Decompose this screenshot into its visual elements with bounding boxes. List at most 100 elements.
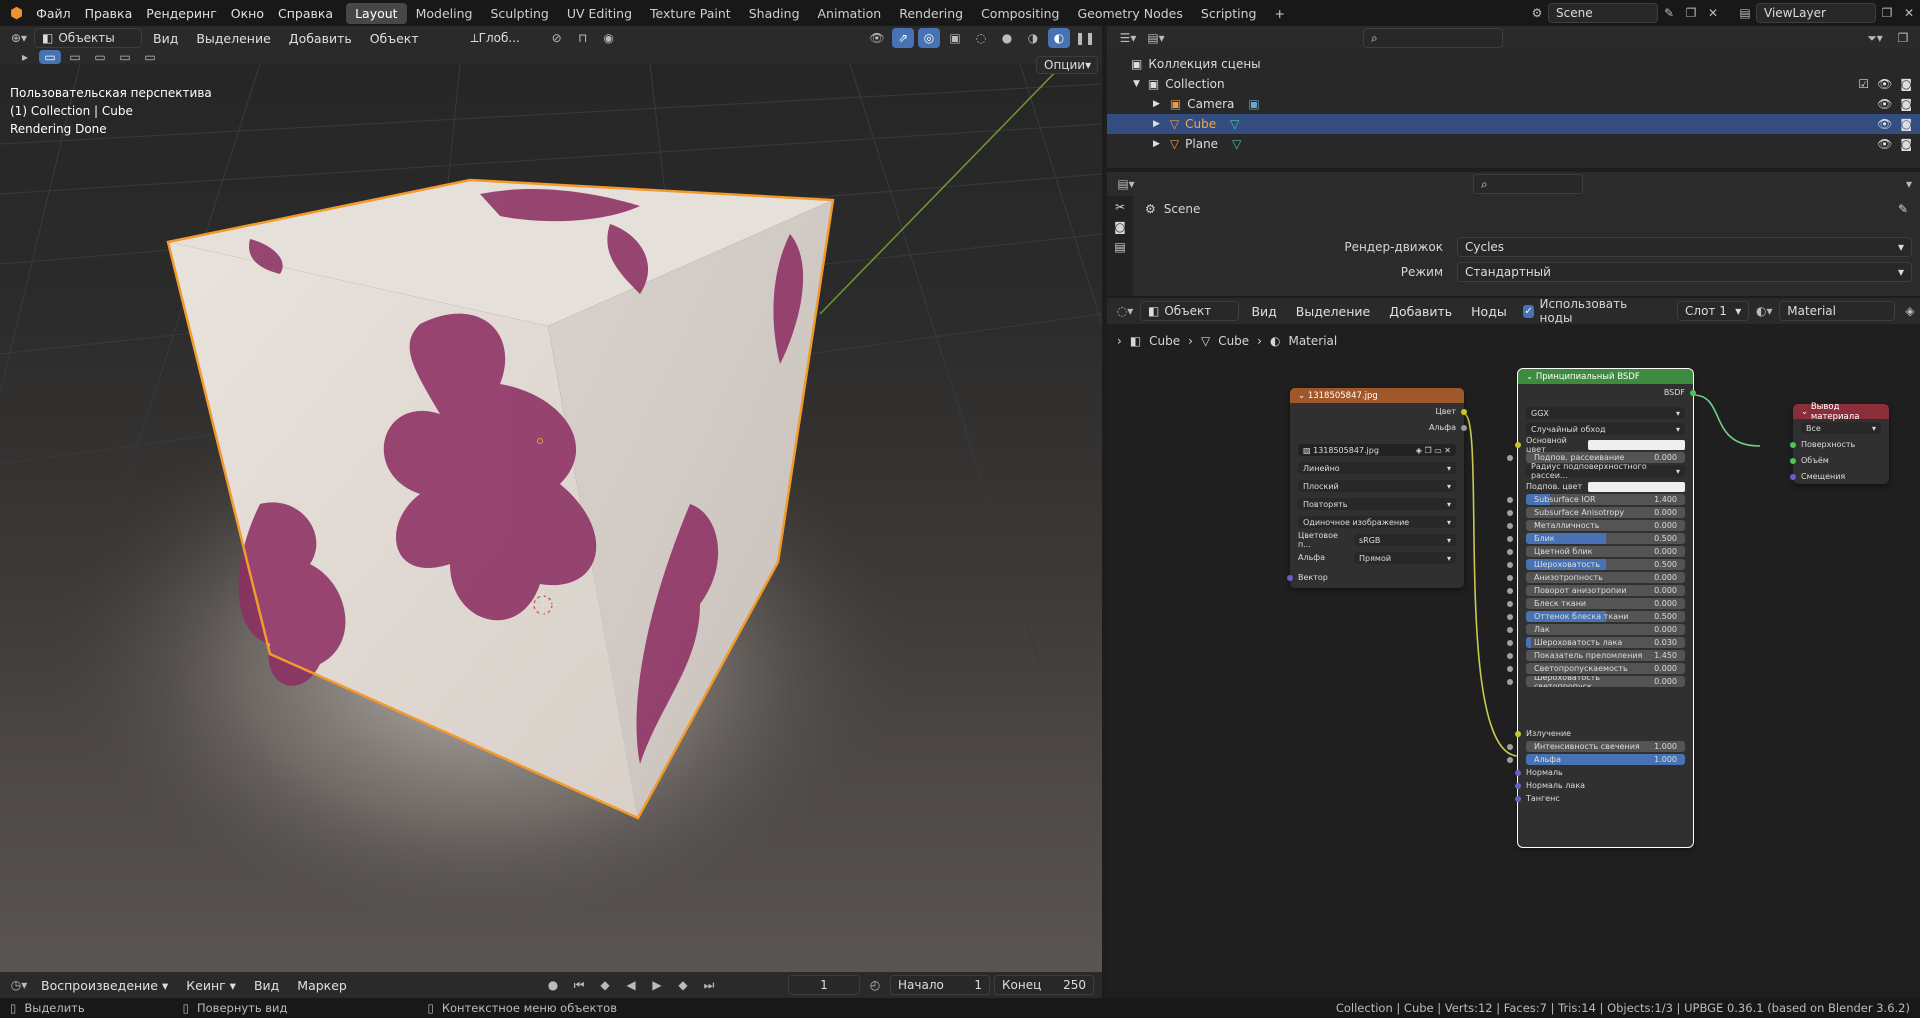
display-mode-icon[interactable]: ▤▾ [1145, 28, 1167, 48]
slider-input-socket[interactable] [1507, 588, 1513, 594]
scene-field[interactable]: Scene [1548, 3, 1658, 23]
stopwatch-icon[interactable]: ◴ [864, 975, 886, 995]
distribution-select[interactable]: GGX ▾ [1526, 407, 1685, 419]
menu-select[interactable]: Выделение [189, 31, 277, 46]
timeline-view-menu[interactable]: Вид [247, 978, 286, 993]
tangent-socket[interactable] [1515, 796, 1521, 802]
expand-icon[interactable]: ▶ [1153, 119, 1160, 129]
output-tab-icon[interactable]: ▤ [1114, 240, 1125, 254]
playback-menu[interactable]: Воспроизведение ▾ [34, 978, 175, 993]
eye-icon[interactable]: 👁 [1877, 97, 1892, 111]
select-tool-icon[interactable]: ▸ [14, 50, 36, 64]
record-icon[interactable]: ● [542, 975, 564, 995]
close-viewlayer-icon[interactable]: ✕ [1898, 3, 1920, 23]
displacement-socket[interactable] [1790, 474, 1796, 480]
menu-render[interactable]: Рендеринг [139, 6, 224, 21]
gizmo-icon[interactable]: ⇗ [892, 28, 914, 48]
subsurface-color-row[interactable]: Подпов. цвет [1526, 481, 1685, 492]
camera-render-icon[interactable]: ◙ [1900, 77, 1912, 91]
eye-icon[interactable]: 👁 [1877, 137, 1892, 151]
bsdf-slider[interactable]: Шероховатость лака 0.030 [1526, 637, 1685, 648]
marker-menu[interactable]: Маркер [290, 978, 354, 993]
emission-socket[interactable] [1515, 731, 1521, 737]
outliner-scene-collection[interactable]: ▣ Коллекция сцены [1107, 54, 1920, 74]
bsdf-output-socket[interactable] [1690, 390, 1696, 396]
slider-input-socket[interactable] [1507, 679, 1513, 685]
slot-select[interactable]: Слот 1 ▾ [1677, 301, 1750, 321]
outliner-search[interactable]: ⌕ [1363, 28, 1503, 48]
menu-help[interactable]: Справка [271, 6, 340, 21]
rendered-shading-icon[interactable]: ◐ [1048, 28, 1070, 48]
interpolation-select[interactable]: Линейно ▾ [1298, 462, 1456, 474]
tab-layout[interactable]: Layout [346, 2, 407, 24]
new-scene-icon[interactable]: ❐ [1680, 3, 1702, 23]
surface-socket[interactable] [1790, 442, 1796, 448]
solid-shading-icon[interactable]: ● [996, 28, 1018, 48]
render-tab-icon[interactable]: ◙ [1114, 220, 1126, 234]
bsdf-slider[interactable]: Металличность 0.000 [1526, 520, 1685, 531]
tab-scripting[interactable]: Scripting [1192, 3, 1266, 24]
slider-input-socket[interactable] [1507, 523, 1513, 529]
eye-icon[interactable]: 👁 [1877, 117, 1892, 131]
slider-input-socket[interactable] [1507, 744, 1513, 750]
camera-render-icon[interactable]: ◙ [1900, 137, 1912, 151]
bsdf-slider[interactable]: Альфа 1.000 [1526, 754, 1685, 765]
eye-icon[interactable]: 👁 [1877, 77, 1892, 91]
bsdf-slider[interactable]: Цветной блик 0.000 [1526, 546, 1685, 557]
collapse-icon[interactable]: ▾ [1898, 174, 1920, 194]
bsdf-slider[interactable]: Показатель преломления 1.450 [1526, 650, 1685, 661]
bsdf-slider[interactable]: Шероховатость светопропуск 0.000 [1526, 676, 1685, 687]
bsdf-slider[interactable]: Подпов. рассеивание 0.000 [1526, 452, 1685, 463]
proportional-icon[interactable]: ◉ [598, 28, 620, 48]
slider-input-socket[interactable] [1507, 562, 1513, 568]
jump-end-icon[interactable]: ⏭ [698, 975, 720, 995]
tab-shading[interactable]: Shading [740, 3, 809, 24]
prev-key-icon[interactable]: ◆ [594, 975, 616, 995]
bsdf-slider[interactable]: Интенсивность свечения 1.000 [1526, 741, 1685, 752]
slider-input-socket[interactable] [1507, 653, 1513, 659]
current-frame-field[interactable]: 1 [788, 975, 860, 995]
vector-input-socket[interactable] [1287, 575, 1293, 581]
image-texture-node[interactable]: ⌄ 1318505847.jpg Цвет Альфа ▨ 1318505847… [1287, 388, 1467, 588]
keying-menu[interactable]: Кеинг ▾ [179, 978, 243, 993]
tab-sculpting[interactable]: Sculpting [481, 3, 557, 24]
material-field[interactable]: Material [1779, 301, 1896, 321]
filter-icon[interactable]: ⏷▾ [1864, 28, 1886, 48]
output-node-header[interactable]: ⌄ Вывод материала [1793, 402, 1889, 422]
options-button[interactable]: Опции ▾ [1036, 56, 1098, 74]
select-box-icon[interactable]: ▭ [39, 50, 61, 64]
color-output-socket[interactable] [1461, 409, 1467, 415]
volume-socket[interactable] [1790, 458, 1796, 464]
expand-icon[interactable]: ▶ [1153, 139, 1160, 149]
bsdf-slider[interactable]: Поворот анизотропии 0.000 [1526, 585, 1685, 596]
play-icon[interactable]: ▶ [646, 975, 668, 995]
bsdf-slider[interactable]: Светопропускаемость 0.000 [1526, 663, 1685, 674]
tab-geometry-nodes[interactable]: Geometry Nodes [1068, 3, 1191, 24]
slider-input-socket[interactable] [1507, 510, 1513, 516]
pivot-icon[interactable]: ⊘ [546, 28, 568, 48]
node-menu-add[interactable]: Добавить [1382, 304, 1459, 319]
bsdf-node-header[interactable]: ⌄ Принципиальный BSDF [1518, 369, 1693, 384]
menu-window[interactable]: Окно [224, 6, 271, 21]
base-color-socket[interactable] [1515, 442, 1521, 448]
timeline-editor-icon[interactable]: ◷▾ [8, 975, 30, 995]
add-workspace-button[interactable]: + [1265, 3, 1293, 24]
principled-bsdf-node[interactable]: ⌄ Принципиальный BSDF BSDF GGX ▾ Случайны… [1507, 368, 1696, 848]
visibility-icon[interactable]: 👁 [866, 28, 888, 48]
image-node-header[interactable]: ⌄ 1318505847.jpg [1290, 388, 1464, 403]
outliner-item-plane[interactable]: ▶ ▽ Plane ▽ 👁 ◙ [1107, 134, 1920, 154]
select-intersect-icon[interactable]: ▭ [139, 50, 161, 64]
source-select[interactable]: Одиночное изображение ▾ [1298, 516, 1456, 528]
start-frame-field[interactable]: Начало 1 [890, 975, 990, 995]
menu-file[interactable]: Файл [29, 6, 78, 21]
wireframe-shading-icon[interactable]: ◌ [970, 28, 992, 48]
fake-user-icon[interactable]: ◈ [1900, 301, 1920, 321]
mode-select[interactable]: ◧ Объекты [34, 28, 142, 48]
outliner-item-camera[interactable]: ▶ ▣ Camera ▣ 👁 ◙ [1107, 94, 1920, 114]
tab-modeling[interactable]: Modeling [407, 3, 482, 24]
slider-input-socket[interactable] [1507, 549, 1513, 555]
tab-animation[interactable]: Animation [809, 3, 891, 24]
menu-view[interactable]: Вид [146, 31, 185, 46]
select-extend-icon[interactable]: ▭ [64, 50, 86, 64]
image-file-field[interactable]: ▨ 1318505847.jpg ◈ ❐ ▭ ✕ [1298, 444, 1456, 456]
